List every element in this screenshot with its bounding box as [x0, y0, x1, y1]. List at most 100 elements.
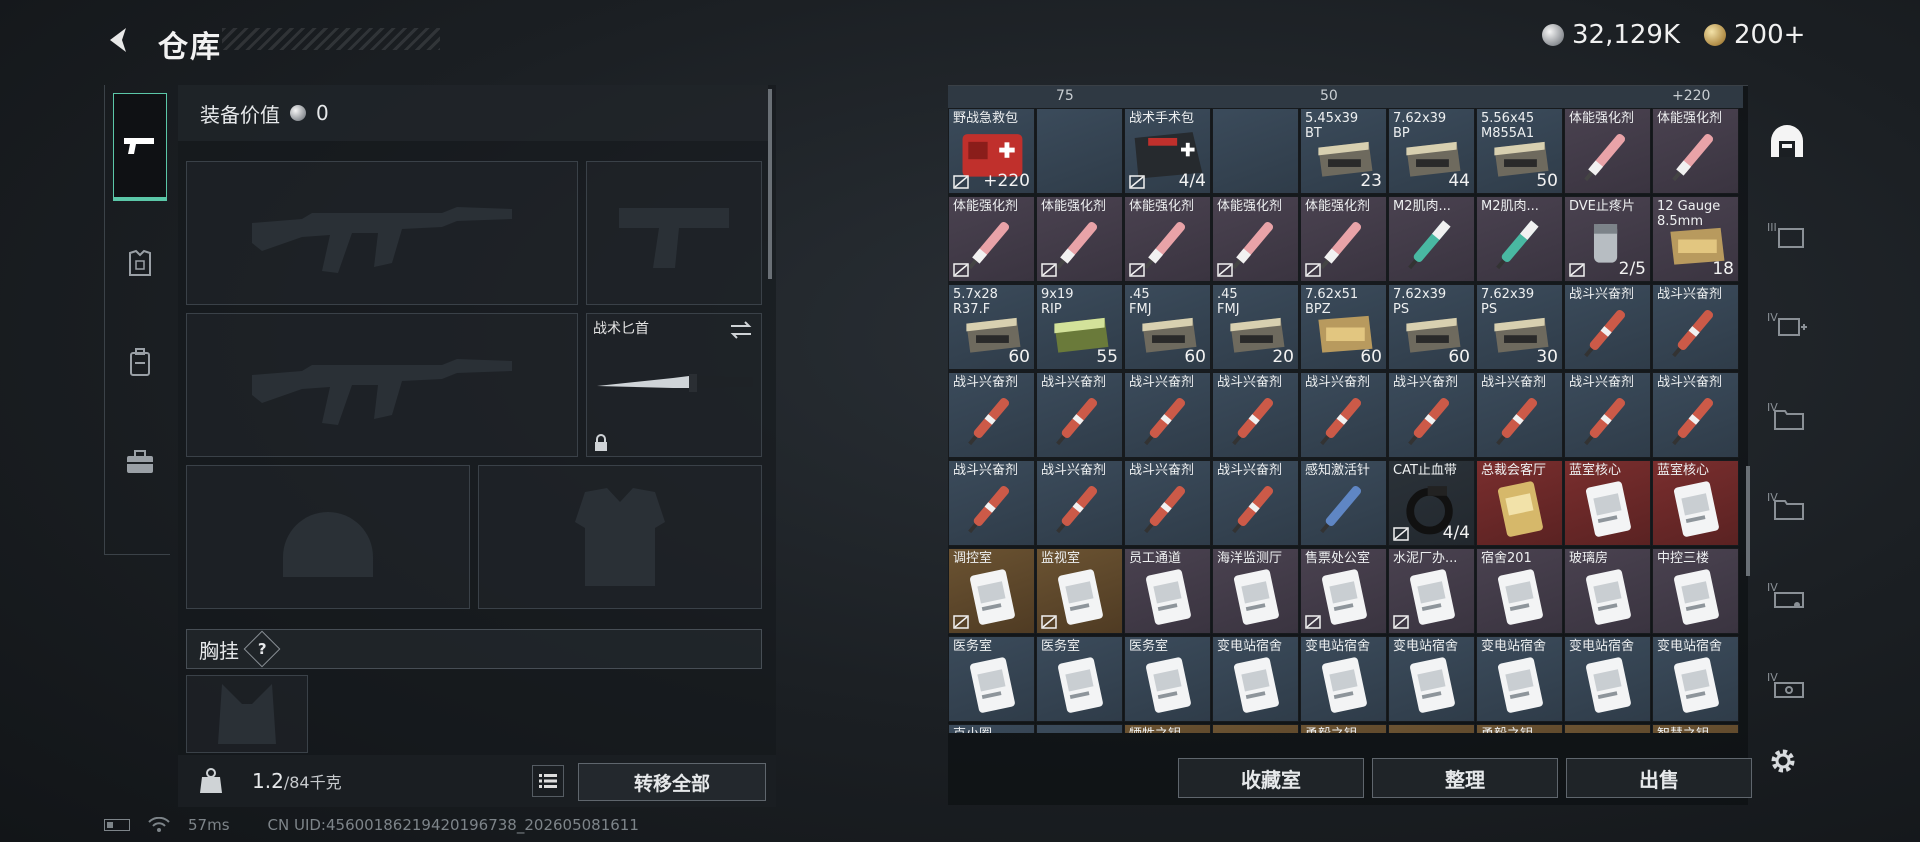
- weight-lock-button[interactable]: [188, 758, 234, 804]
- storage-item[interactable]: [1212, 108, 1299, 194]
- storage-item[interactable]: [1564, 724, 1651, 733]
- storage-item[interactable]: 变电站宿舍: [1212, 636, 1299, 722]
- gold-currency[interactable]: 200+: [1704, 20, 1805, 50]
- swap-icon[interactable]: [729, 320, 753, 340]
- storage-item[interactable]: 变电站宿舍: [1388, 636, 1475, 722]
- back-button[interactable]: [100, 22, 140, 58]
- tab-weapons[interactable]: [113, 93, 167, 201]
- storage-item[interactable]: 监视室: [1036, 548, 1123, 634]
- storage-item[interactable]: 宿舍201: [1476, 548, 1563, 634]
- storage-item[interactable]: 7.62x39 BP 44: [1388, 108, 1475, 194]
- storage-item[interactable]: 牺牲之钥: [1124, 724, 1211, 733]
- chest-rig-slot[interactable]: [186, 675, 308, 753]
- storage-item[interactable]: 玻璃房: [1564, 548, 1651, 634]
- storage-item[interactable]: 体能强化剂: [1036, 196, 1123, 282]
- help-icon[interactable]: ?: [243, 630, 281, 668]
- storage-item[interactable]: [1036, 108, 1123, 194]
- storage-item[interactable]: 战斗兴奋剂: [1124, 372, 1211, 458]
- helmet-slot[interactable]: [186, 465, 470, 609]
- tab-main-storage[interactable]: [1762, 116, 1812, 166]
- storage-item[interactable]: 蓝室核心: [1564, 460, 1651, 546]
- storage-item[interactable]: 7.62x39 PS 30: [1476, 284, 1563, 370]
- storage-item[interactable]: 医务室: [948, 636, 1035, 722]
- storage-item[interactable]: M2肌肉...: [1476, 196, 1563, 282]
- storage-item[interactable]: 野战急救包 +220: [948, 108, 1035, 194]
- storage-item[interactable]: 战斗兴奋剂: [1036, 460, 1123, 546]
- storage-item[interactable]: .45 FMJ 60: [1124, 284, 1211, 370]
- tab-storage-III[interactable]: III: [1762, 210, 1812, 260]
- primary-weapon-slot[interactable]: [186, 161, 578, 305]
- storage-scrollbar[interactable]: [1746, 466, 1750, 576]
- equipment-scrollbar[interactable]: [768, 89, 772, 279]
- storage-item[interactable]: 体能强化剂: [1300, 196, 1387, 282]
- storage-item[interactable]: 医务室: [1036, 636, 1123, 722]
- storage-item[interactable]: 体能强化剂: [1124, 196, 1211, 282]
- settings-button[interactable]: [1764, 742, 1802, 780]
- storage-item[interactable]: 战斗兴奋剂: [1036, 372, 1123, 458]
- tab-storage-IV-folder[interactable]: IV: [1762, 390, 1812, 440]
- storage-item[interactable]: 战斗兴奋剂: [1212, 460, 1299, 546]
- collection-button[interactable]: 收藏室: [1178, 758, 1364, 798]
- organize-button[interactable]: 整理: [1372, 758, 1558, 798]
- storage-item[interactable]: 变电站宿舍: [1652, 636, 1739, 722]
- storage-item[interactable]: 战斗兴奋剂: [1124, 460, 1211, 546]
- storage-item[interactable]: [1036, 724, 1123, 733]
- storage-item[interactable]: 变电站宿舍: [1300, 636, 1387, 722]
- tab-storage-IV-plus[interactable]: IV: [1762, 300, 1812, 350]
- storage-item[interactable]: 战斗兴奋剂: [948, 372, 1035, 458]
- secondary-weapon-slot[interactable]: [186, 313, 578, 457]
- tab-armor[interactable]: [113, 237, 167, 291]
- storage-item[interactable]: 体能强化剂: [1652, 108, 1739, 194]
- storage-item[interactable]: 勇毅之钥: [1476, 724, 1563, 733]
- list-view-button[interactable]: [532, 765, 564, 797]
- pistol-slot[interactable]: [586, 161, 762, 305]
- storage-item[interactable]: 战斗兴奋剂: [1564, 284, 1651, 370]
- storage-item[interactable]: [1388, 724, 1475, 733]
- tab-storage-IV-folder-2[interactable]: IV: [1762, 480, 1812, 530]
- storage-item[interactable]: 战斗兴奋剂: [1652, 284, 1739, 370]
- storage-item[interactable]: 战斗兴奋剂: [948, 460, 1035, 546]
- storage-item[interactable]: [1212, 724, 1299, 733]
- storage-item[interactable]: 战斗兴奋剂: [1300, 372, 1387, 458]
- storage-item[interactable]: 战斗兴奋剂: [1564, 372, 1651, 458]
- storage-item[interactable]: 总裁会客厅: [1476, 460, 1563, 546]
- storage-item[interactable]: 调控室: [948, 548, 1035, 634]
- storage-item[interactable]: 9x19 RIP 55: [1036, 284, 1123, 370]
- tab-storage-IV-card[interactable]: IV: [1762, 570, 1812, 620]
- storage-item[interactable]: M2肌肉...: [1388, 196, 1475, 282]
- storage-item[interactable]: 变电站宿舍: [1564, 636, 1651, 722]
- storage-item[interactable]: 医务室: [1124, 636, 1211, 722]
- silver-currency[interactable]: 32,129K: [1542, 20, 1680, 50]
- storage-item[interactable]: 感知激活针: [1300, 460, 1387, 546]
- storage-item[interactable]: 克小圈: [948, 724, 1035, 733]
- storage-item[interactable]: 智慧之钥: [1652, 724, 1739, 733]
- storage-item[interactable]: .45 FMJ 20: [1212, 284, 1299, 370]
- storage-item[interactable]: DVE止疼片 2/5: [1564, 196, 1651, 282]
- tab-storage-IV-ticket[interactable]: IV: [1762, 660, 1812, 710]
- storage-item[interactable]: CAT止血带 4/4: [1388, 460, 1475, 546]
- storage-item[interactable]: 体能强化剂: [1212, 196, 1299, 282]
- storage-item[interactable]: 中控三楼: [1652, 548, 1739, 634]
- storage-item[interactable]: 7.62x51 BPZ 60: [1300, 284, 1387, 370]
- storage-item[interactable]: 变电站宿舍: [1476, 636, 1563, 722]
- storage-item[interactable]: 勇毅之钥: [1300, 724, 1387, 733]
- storage-item[interactable]: 海洋监测厅: [1212, 548, 1299, 634]
- storage-item[interactable]: 员工通道: [1124, 548, 1211, 634]
- body-armor-slot[interactable]: [478, 465, 762, 609]
- storage-item[interactable]: 体能强化剂: [948, 196, 1035, 282]
- tab-case[interactable]: [113, 435, 167, 489]
- storage-item[interactable]: 5.56x45 M855A1 50: [1476, 108, 1563, 194]
- melee-slot[interactable]: 战术匕首: [586, 313, 762, 457]
- storage-item[interactable]: 蓝室核心: [1652, 460, 1739, 546]
- storage-item[interactable]: 战斗兴奋剂: [1652, 372, 1739, 458]
- storage-item[interactable]: 水泥厂办...: [1388, 548, 1475, 634]
- storage-item[interactable]: 5.45x39 BT 23: [1300, 108, 1387, 194]
- storage-item[interactable]: 战术手术包 4/4: [1124, 108, 1211, 194]
- storage-item[interactable]: 战斗兴奋剂: [1212, 372, 1299, 458]
- storage-item[interactable]: 战斗兴奋剂: [1388, 372, 1475, 458]
- sell-button[interactable]: 出售: [1566, 758, 1752, 798]
- storage-item[interactable]: 7.62x39 PS 60: [1388, 284, 1475, 370]
- tab-backpack[interactable]: [113, 335, 167, 389]
- storage-item[interactable]: 5.7x28 R37.F 60: [948, 284, 1035, 370]
- storage-item[interactable]: 售票处公室: [1300, 548, 1387, 634]
